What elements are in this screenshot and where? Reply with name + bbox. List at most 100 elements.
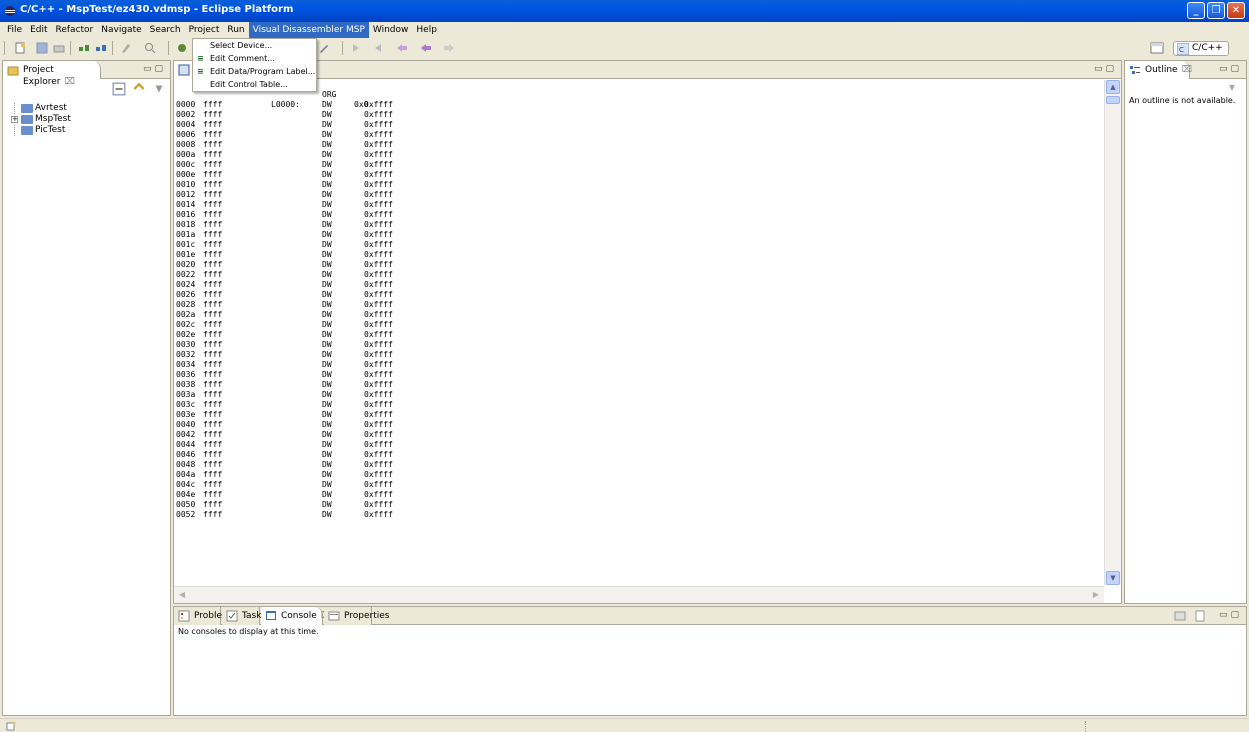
code-bytes: ffff	[203, 140, 223, 149]
code-line: 002e ffff DW 0xffff	[176, 330, 1103, 340]
back-icon[interactable]	[396, 42, 408, 54]
menu-window[interactable]: Window	[369, 22, 413, 38]
menu-run[interactable]: Run	[223, 22, 248, 38]
open-perspective-icon[interactable]	[1150, 41, 1164, 55]
menu-item-select-device[interactable]: Select Device...	[193, 39, 316, 52]
build-icon[interactable]	[78, 42, 90, 54]
code-line: 0014 ffff DW 0xffff	[176, 200, 1103, 210]
open-type-icon[interactable]	[120, 42, 132, 54]
view-menu-icon[interactable]	[152, 82, 166, 96]
code-opcode: DW	[322, 220, 332, 229]
code-address: 003a	[176, 390, 196, 399]
menu-navigate[interactable]: Navigate	[97, 22, 145, 38]
code-bytes: ffff	[203, 220, 223, 229]
tree-item-msptest[interactable]: + MspTest	[9, 114, 71, 125]
code-line: 003e ffff DW 0xffff	[176, 410, 1103, 420]
code-bytes: ffff	[203, 410, 223, 419]
tree-item-pictest[interactable]: PicTest	[9, 125, 71, 136]
code-address: 004a	[176, 470, 196, 479]
code-operand: 0xffff	[364, 310, 393, 319]
tab-properties[interactable]: Properties	[324, 607, 389, 625]
view-menu-icon[interactable]	[1226, 82, 1238, 94]
tab-tasks[interactable]: Tasks	[222, 607, 266, 625]
menu-item-edit-control-table[interactable]: Edit Control Table...	[193, 78, 316, 91]
code-operand: 0xffff	[364, 220, 393, 229]
disassembly-listing[interactable]: ORG 0x0 L0000: 0000 ffff DW 0xffff 0002 ffff D…	[176, 80, 1103, 585]
scroll-down-icon[interactable]: ▼	[1106, 571, 1120, 585]
toolbar-separator	[342, 41, 343, 55]
forward-arrow-icon[interactable]	[443, 42, 455, 54]
debug-icon[interactable]	[176, 42, 188, 54]
link-with-editor-icon[interactable]	[132, 82, 146, 96]
scroll-right-icon[interactable]: ▶	[1089, 589, 1103, 602]
code-opcode: DW	[322, 510, 332, 519]
menu-item-edit-label[interactable]: ≡ Edit Data/Program Label...	[193, 65, 316, 78]
new-icon[interactable]	[14, 42, 26, 54]
problems-icon	[178, 610, 190, 622]
minimize-button[interactable]: _	[1187, 2, 1205, 19]
code-opcode: DW	[322, 100, 332, 109]
code-bytes: ffff	[203, 230, 223, 239]
tree-item-avrtest[interactable]: Avrtest	[9, 103, 71, 114]
menu-project[interactable]: Project	[185, 22, 224, 38]
code-bytes: ffff	[203, 240, 223, 249]
collapse-all-icon[interactable]	[112, 82, 126, 96]
menu-edit[interactable]: Edit	[26, 22, 51, 38]
fast-view-icon[interactable]	[6, 721, 16, 731]
external-tools-icon[interactable]	[318, 42, 330, 54]
code-operand: 0xffff	[364, 260, 393, 269]
code-opcode: DW	[322, 130, 332, 139]
tab-outline[interactable]: Outline ⌧	[1125, 61, 1192, 79]
menu-refactor[interactable]: Refactor	[52, 22, 98, 38]
tab-problems[interactable]: Problems	[174, 607, 235, 625]
code-opcode: DW	[322, 140, 332, 149]
project-explorer-panel: Project Explorer ⌧ ▭▢ Avrtest + MspTest P…	[2, 60, 171, 716]
prev-annotation-icon[interactable]	[372, 42, 384, 54]
visual-disassembler-menu: Select Device... ≡ Edit Comment... ≡ Edi…	[192, 38, 317, 92]
menu-visual-disassembler-msp[interactable]: Visual Disassembler MSP	[248, 22, 369, 38]
close-icon[interactable]: ⌧	[1182, 65, 1192, 75]
code-opcode: DW	[322, 350, 332, 359]
scroll-left-icon[interactable]: ◀	[175, 589, 189, 602]
minimize-maximize-icon[interactable]: ▭▢	[143, 64, 166, 74]
menu-search[interactable]: Search	[146, 22, 185, 38]
code-operand: 0xffff	[364, 200, 393, 209]
code-opcode: DW	[322, 270, 332, 279]
scroll-thumb[interactable]	[1106, 96, 1120, 104]
minimize-maximize-icon[interactable]: ▭▢	[1219, 64, 1242, 74]
scroll-up-icon[interactable]: ▲	[1106, 80, 1120, 94]
editor-horizontal-scrollbar[interactable]: ◀ ▶	[174, 586, 1104, 603]
tab-project-explorer[interactable]: Project Explorer ⌧	[3, 61, 101, 87]
status-divider	[1085, 721, 1086, 731]
minimize-maximize-icon[interactable]: ▭▢	[1094, 64, 1117, 74]
menu-file[interactable]: File	[3, 22, 26, 38]
disassembler-editor-panel: e ▭▢ ORG 0x0 L0000: 0000ffffDW0xffff0002…	[173, 60, 1122, 604]
build-all-icon[interactable]	[95, 42, 107, 54]
close-button[interactable]: ✕	[1227, 2, 1245, 19]
editor-vertical-scrollbar[interactable]: ▲ ▼	[1104, 80, 1121, 585]
open-console-icon[interactable]	[1194, 610, 1206, 622]
maximize-button[interactable]: ❐	[1207, 2, 1225, 19]
close-icon[interactable]: ⌧	[64, 77, 74, 87]
code-bytes: ffff	[203, 190, 223, 199]
tab-label: Properties	[344, 611, 390, 621]
code-bytes: ffff	[203, 470, 223, 479]
save-icon[interactable]	[36, 42, 48, 54]
display-console-icon[interactable]	[1174, 610, 1186, 622]
menu-item-edit-comment[interactable]: ≡ Edit Comment...	[193, 52, 316, 65]
menu-help[interactable]: Help	[412, 22, 441, 38]
next-annotation-icon[interactable]	[350, 42, 362, 54]
perspective-cpp-button[interactable]: C C/C++	[1173, 41, 1229, 56]
code-opcode: DW	[322, 460, 332, 469]
code-operand: 0xffff	[364, 420, 393, 429]
expand-icon[interactable]: +	[11, 116, 18, 123]
tasks-icon	[226, 610, 238, 622]
minimize-maximize-icon[interactable]: ▭▢	[1219, 610, 1242, 620]
print-icon[interactable]	[53, 42, 65, 54]
code-address: 004c	[176, 480, 196, 489]
back-arrow-icon[interactable]	[420, 42, 432, 54]
search-icon[interactable]	[144, 42, 156, 54]
tab-console[interactable]: Console⌧	[261, 607, 331, 625]
project-tree: Avrtest + MspTest PicTest	[9, 103, 71, 136]
code-line: 004e ffff DW 0xffff	[176, 490, 1103, 500]
